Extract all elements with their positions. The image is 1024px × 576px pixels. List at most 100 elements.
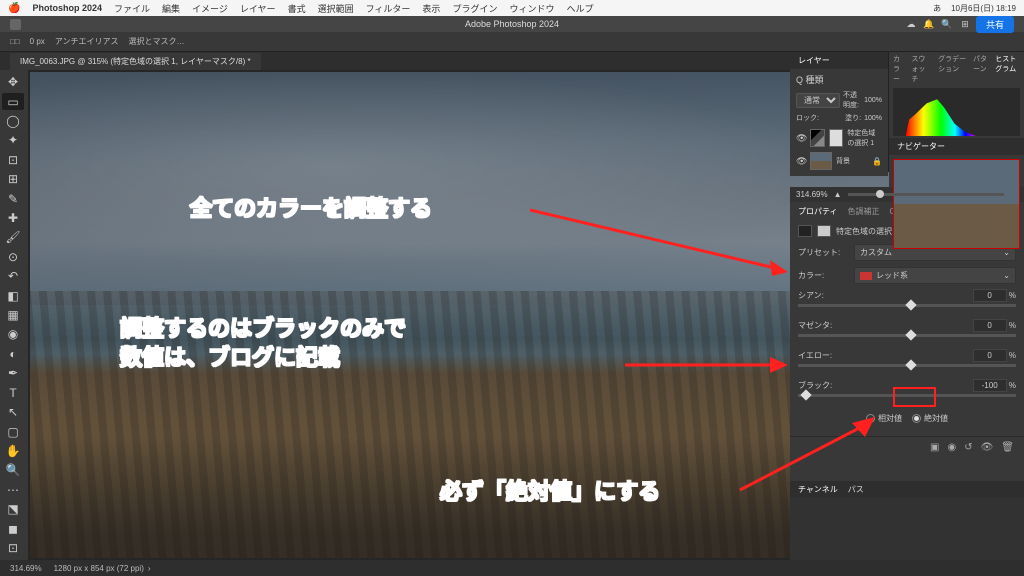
opacity-label: 不透明度: [843, 90, 861, 110]
layer-row[interactable]: 👁 特定色域の選択 1 [796, 126, 882, 150]
menu-type[interactable]: 書式 [288, 2, 306, 15]
cloud-icon[interactable]: ☁ [904, 17, 918, 31]
magenta-value[interactable] [973, 319, 1007, 332]
more-tools[interactable]: ⋯ [2, 482, 24, 498]
move-tool[interactable]: ✥ [2, 74, 24, 90]
tab-histogram[interactable]: ヒストグラム [995, 54, 1020, 84]
black-slider[interactable] [798, 394, 1016, 397]
color-swap[interactable]: ⬔ [2, 501, 24, 517]
visibility-toggle[interactable]: 👁 [796, 156, 806, 167]
absolute-radio[interactable]: 絶対値 [912, 413, 948, 424]
heal-tool[interactable]: ✚ [2, 210, 24, 226]
marquee-tool[interactable]: ▭ [2, 93, 24, 109]
yellow-value[interactable] [973, 349, 1007, 362]
menu-filter[interactable]: フィルター [366, 2, 411, 15]
zoom-out-icon[interactable]: ▲ [834, 190, 842, 199]
apple-menu[interactable]: 🍎 [8, 3, 20, 14]
layer-thumb[interactable] [810, 152, 832, 170]
hand-tool[interactable]: ✋ [2, 443, 24, 459]
channels-tab[interactable]: チャンネル [798, 484, 838, 495]
layers-tab[interactable]: レイヤー [798, 55, 830, 66]
mask-thumb[interactable] [829, 129, 844, 147]
ime-indicator[interactable]: あ [933, 3, 941, 14]
zoom-slider[interactable] [848, 193, 1005, 196]
blend-mode-select[interactable]: 通常 [796, 93, 840, 108]
menu-file[interactable]: ファイル [114, 2, 150, 15]
home-button[interactable] [10, 19, 21, 30]
share-button[interactable]: 共有 [976, 16, 1014, 33]
tab-gradients[interactable]: グラデーション [938, 54, 967, 84]
menu-view[interactable]: 表示 [422, 2, 440, 15]
notifications-icon[interactable]: 🔔 [922, 17, 936, 31]
path-tool[interactable]: ↖ [2, 404, 24, 420]
brush-tool[interactable]: 🖌 [2, 229, 24, 245]
workspace-icon[interactable]: ⊞ [958, 17, 972, 31]
menu-image[interactable]: イメージ [192, 2, 228, 15]
black-value[interactable] [973, 379, 1007, 392]
pen-tool[interactable]: ✒ [2, 365, 24, 381]
reset-icon[interactable]: ↺ [964, 442, 972, 453]
menu-window[interactable]: ウィンドウ [509, 2, 554, 15]
app-name[interactable]: Photoshop 2024 [32, 3, 102, 13]
paths-tab[interactable]: パス [848, 484, 864, 495]
navigator-tab[interactable]: ナビゲーター [897, 141, 945, 152]
adjustment-thumb[interactable] [810, 129, 825, 147]
menu-help[interactable]: ヘルプ [566, 2, 593, 15]
antialias-checkbox[interactable]: アンチエイリアス [55, 36, 119, 47]
tab-swatches[interactable]: スウォッチ [911, 54, 932, 84]
black-label: ブラック: [798, 380, 832, 391]
relative-radio[interactable]: 相対値 [866, 413, 902, 424]
zoom-tool[interactable]: 🔍 [2, 462, 24, 478]
tab-patterns[interactable]: パターン [973, 54, 989, 84]
tab-color[interactable]: カラー [893, 54, 905, 84]
layer-row[interactable]: 👁 背景 🔒 [796, 150, 882, 172]
magenta-slider[interactable] [798, 334, 1016, 337]
status-chevron-icon[interactable]: › [148, 564, 151, 573]
selection-shape[interactable]: □□ [10, 37, 20, 46]
menu-plugin[interactable]: プラグイン [452, 2, 497, 15]
eyedropper-tool[interactable]: ✎ [2, 190, 24, 206]
color-select[interactable]: レッド系⌄ [854, 267, 1016, 284]
search-icon[interactable]: 🔍 [940, 17, 954, 31]
lasso-tool[interactable]: ◯ [2, 113, 24, 129]
quickmask-toggle[interactable]: ⊡ [2, 540, 24, 556]
blur-tool[interactable]: ◉ [2, 326, 24, 342]
toggle-visibility-icon[interactable]: 👁 [981, 442, 994, 453]
select-and-mask[interactable]: 選択とマスク… [128, 36, 184, 47]
gradient-tool[interactable]: ▦ [2, 307, 24, 323]
type-tool[interactable]: T [2, 385, 24, 401]
cyan-value[interactable] [973, 289, 1007, 302]
tab-properties[interactable]: プロパティ [798, 206, 838, 217]
menu-edit[interactable]: 編集 [162, 2, 180, 15]
options-bar: □□ 0 px アンチエイリアス 選択とマスク… [0, 32, 1024, 52]
frame-tool[interactable]: ⊞ [2, 171, 24, 187]
fill-value[interactable]: 100% [864, 115, 882, 122]
clip-icon[interactable]: ▣ [930, 442, 939, 453]
status-zoom[interactable]: 314.69% [10, 564, 42, 573]
document-tab[interactable]: IMG_0063.JPG @ 315% (特定色域の選択 1, レイヤーマスク/… [10, 53, 261, 70]
layer-name[interactable]: 特定色域の選択 1 [847, 128, 882, 148]
eraser-tool[interactable]: ◧ [2, 287, 24, 303]
delete-icon[interactable]: 🗑 [1001, 442, 1014, 453]
unit: % [1009, 321, 1016, 330]
history-brush-tool[interactable]: ↶ [2, 268, 24, 284]
tab-adjustments[interactable]: 色調補正 [848, 206, 880, 217]
menu-layer[interactable]: レイヤー [240, 2, 276, 15]
navigator-thumb[interactable] [893, 159, 1020, 249]
wand-tool[interactable]: ✦ [2, 132, 24, 148]
crop-tool[interactable]: ⊡ [2, 152, 24, 168]
macos-menubar: 🍎 Photoshop 2024 ファイル 編集 イメージ レイヤー 書式 選択… [0, 0, 1024, 16]
shape-tool[interactable]: ▢ [2, 423, 24, 439]
zoom-value[interactable]: 314.69% [796, 190, 828, 199]
feather-value[interactable]: 0 px [30, 37, 45, 46]
opacity-value[interactable]: 100% [864, 97, 882, 104]
view-previous-icon[interactable]: ◉ [947, 442, 956, 453]
stamp-tool[interactable]: ⊙ [2, 249, 24, 265]
menu-select[interactable]: 選択範囲 [318, 2, 354, 15]
foreground-background[interactable]: ◼ [2, 520, 24, 536]
visibility-toggle[interactable]: 👁 [796, 133, 806, 144]
layer-name[interactable]: 背景 [836, 156, 850, 166]
cyan-slider[interactable] [798, 304, 1016, 307]
yellow-slider[interactable] [798, 364, 1016, 367]
dodge-tool[interactable]: ◐ [2, 346, 24, 362]
